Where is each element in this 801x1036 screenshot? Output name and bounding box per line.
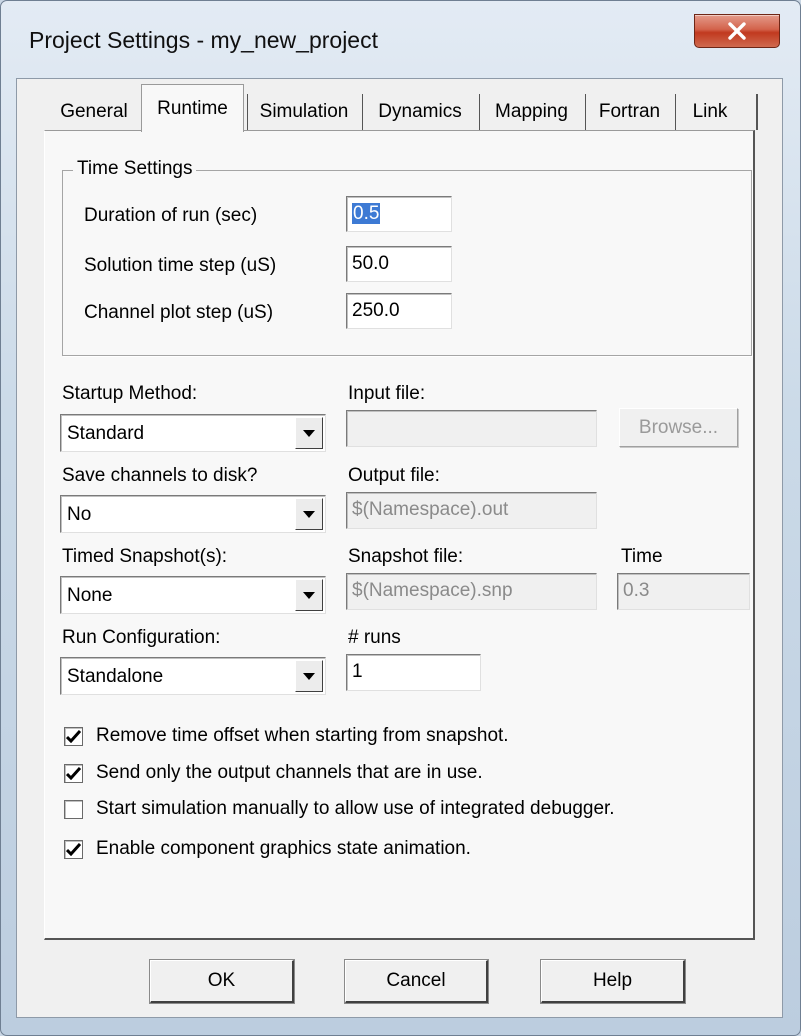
tab-separator	[585, 94, 586, 130]
plotstep-input[interactable]: 250.0	[346, 293, 452, 329]
option-label: Remove time offset when starting from sn…	[96, 725, 509, 746]
snapshot-file-field[interactable]: $(Namespace).snp	[346, 573, 597, 610]
input-file-label: Input file:	[348, 383, 426, 404]
tab-label: Mapping	[495, 101, 568, 122]
option-checkbox[interactable]	[64, 727, 83, 746]
input-file-field[interactable]	[346, 410, 597, 447]
ok-button[interactable]: OK	[149, 959, 295, 1004]
snapshot-file-label: Snapshot file:	[348, 546, 464, 567]
plotstep-label: Channel plot step (uS)	[84, 302, 274, 323]
cancel-button[interactable]: Cancel	[344, 959, 489, 1004]
run-configuration-label: Run Configuration:	[62, 627, 221, 648]
option-checkbox[interactable]	[64, 764, 83, 783]
option-label: Enable component graphics state animatio…	[96, 838, 471, 859]
timestep-label: Solution time step (uS)	[84, 255, 277, 276]
tab-label: Dynamics	[378, 101, 462, 122]
timed-snapshot-dropdown-button[interactable]	[295, 579, 323, 611]
option-label: Send only the output channels that are i…	[96, 762, 483, 783]
time-settings-title: Time Settings	[73, 158, 197, 180]
chevron-down-icon	[303, 510, 315, 518]
run-configuration-value: Standalone	[67, 666, 164, 687]
timed-snapshot-select[interactable]: None	[60, 576, 326, 614]
close-icon	[728, 22, 746, 40]
output-file-field[interactable]: $(Namespace).out	[346, 492, 597, 529]
output-file-label: Output file:	[348, 465, 440, 486]
chevron-down-icon	[303, 672, 315, 680]
timestep-input[interactable]: 50.0	[346, 246, 452, 282]
tab-link[interactable]: Link	[677, 94, 743, 130]
num-runs-input[interactable]: 1	[346, 654, 481, 691]
tab-label: Fortran	[598, 101, 661, 122]
close-button[interactable]	[694, 14, 780, 48]
tab-label: Simulation	[259, 101, 349, 122]
tab-fortran[interactable]: Fortran	[587, 94, 672, 130]
startup-method-dropdown-button[interactable]	[295, 417, 323, 449]
duration-value: 0.5	[352, 203, 381, 224]
help-button[interactable]: Help	[540, 959, 686, 1004]
startup-method-value: Standard	[67, 423, 145, 444]
chevron-down-icon	[303, 429, 315, 437]
check-icon	[66, 767, 81, 780]
chevron-down-icon	[303, 591, 315, 599]
save-channels-value: No	[67, 504, 92, 525]
tab-separator	[362, 94, 363, 130]
tab-simulation[interactable]: Simulation	[249, 94, 359, 130]
title-bar[interactable]: Project Settings - my_new_project	[0, 0, 799, 78]
tab-general[interactable]: General	[48, 94, 140, 130]
check-icon	[66, 730, 81, 743]
startup-method-label: Startup Method:	[62, 383, 198, 404]
tab-runtime[interactable]: Runtime	[141, 84, 244, 132]
duration-input[interactable]: 0.5	[346, 196, 452, 232]
tab-separator	[247, 94, 248, 130]
timed-snapshot-label: Timed Snapshot(s):	[62, 546, 228, 567]
tab-dynamics[interactable]: Dynamics	[364, 94, 476, 130]
tab-mapping[interactable]: Mapping	[481, 94, 582, 130]
tab-separator	[756, 94, 758, 130]
tab-label: Link	[692, 101, 728, 122]
option-checkbox[interactable]	[64, 800, 83, 819]
tab-label: General	[60, 101, 128, 122]
tab-separator	[675, 94, 676, 130]
timed-snapshot-value: None	[67, 585, 113, 606]
browse-button[interactable]: Browse...	[619, 408, 738, 447]
option-checkbox[interactable]	[64, 840, 83, 859]
tab-separator	[479, 94, 480, 130]
save-channels-label: Save channels to disk?	[62, 465, 258, 486]
snapshot-time-field[interactable]: 0.3	[617, 573, 750, 610]
check-icon	[66, 843, 81, 856]
startup-method-select[interactable]: Standard	[60, 414, 326, 452]
save-channels-dropdown-button[interactable]	[295, 498, 323, 530]
tab-label: Runtime	[157, 97, 228, 119]
snapshot-time-label: Time	[621, 546, 663, 567]
option-label: Start simulation manually to allow use o…	[96, 798, 615, 819]
num-runs-label: # runs	[348, 627, 401, 648]
run-configuration-select[interactable]: Standalone	[60, 657, 326, 695]
run-configuration-dropdown-button[interactable]	[295, 660, 323, 692]
window-title: Project Settings - my_new_project	[29, 27, 378, 53]
duration-label: Duration of run (sec)	[84, 205, 258, 226]
save-channels-select[interactable]: No	[60, 495, 326, 533]
